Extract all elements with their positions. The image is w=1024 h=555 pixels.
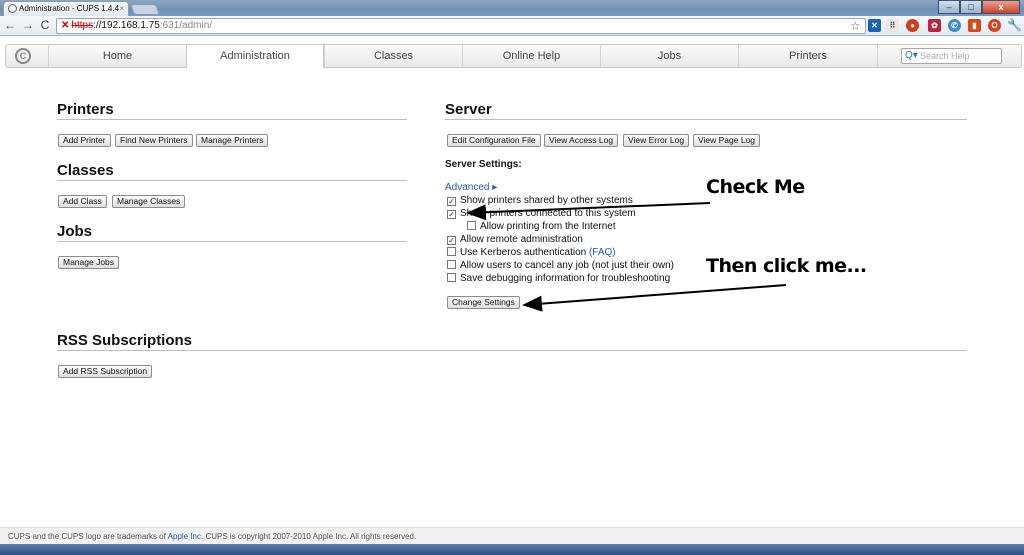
- arrow-to-change-settings: [522, 284, 787, 312]
- footer-text-before: CUPS and the CUPS logo are trademarks of: [8, 532, 168, 541]
- annotation-arrows: [466, 202, 787, 312]
- arrow-to-checkbox: [466, 202, 711, 221]
- os-taskbar: [0, 544, 1024, 555]
- footer-text-after: CUPS is copyright 2007-2010 Apple Inc. A…: [203, 532, 417, 541]
- apple-link[interactable]: Apple Inc.: [168, 532, 204, 541]
- footer: CUPS and the CUPS logo are trademarks of…: [0, 527, 1024, 544]
